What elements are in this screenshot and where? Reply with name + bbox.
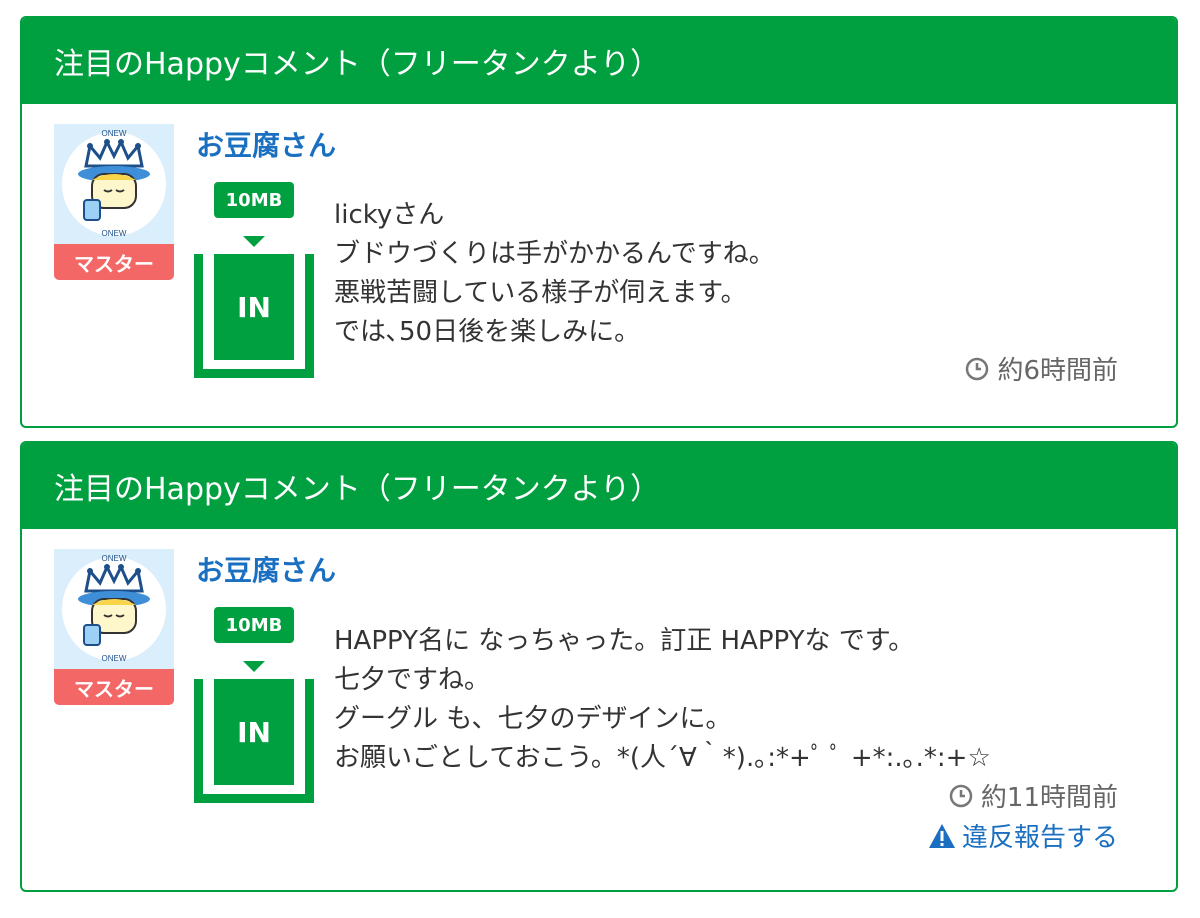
user-name-link[interactable]: お豆腐さん [196, 549, 336, 589]
comment-line: 悪戦苦闘している様子が伺えます。 [334, 278, 747, 308]
tank-state: IN [214, 254, 294, 360]
comment-line: lickyさん [334, 200, 445, 230]
warning-icon [928, 823, 955, 848]
timestamp-text: 約11時間前 [980, 783, 1118, 813]
comment-line: 七夕ですね。 [334, 665, 491, 695]
happy-comment-card: 注目のHappyコメント（フリータンクより） ONEW ONEW マスター お豆… [20, 441, 1178, 892]
tank-indicator: 10MB IN [194, 607, 318, 803]
svg-text:ONEW: ONEW [102, 654, 127, 663]
tank-frame: IN [194, 254, 314, 378]
happy-comment-card: 注目のHappyコメント（フリータンクより） ONEW ONEW マスター お豆… [20, 16, 1178, 428]
timestamp-text: 約6時間前 [997, 356, 1118, 386]
clock-icon [949, 784, 973, 807]
svg-text:ONEW: ONEW [102, 554, 127, 563]
rank-badge: マスター [54, 244, 174, 280]
tank-indicator: 10MB IN [194, 182, 318, 378]
report-label: 違反報告する [961, 823, 1118, 853]
tank-arrow-icon [243, 661, 265, 672]
report-violation-link[interactable]: 違反報告する [928, 817, 1118, 854]
card-header: 注目のHappyコメント（フリータンクより） [22, 443, 1176, 529]
timestamp: 約11時間前 [949, 777, 1118, 814]
avatar[interactable]: ONEW ONEW マスター [54, 124, 174, 280]
comment-line: ブドウづくりは手がかかるんですね。 [334, 239, 775, 269]
user-name-link[interactable]: お豆腐さん [196, 124, 336, 164]
crowned-character-avatar-icon: ONEW ONEW [54, 549, 174, 669]
rank-badge: マスター [54, 669, 174, 705]
avatar[interactable]: ONEW ONEW マスター [54, 549, 174, 705]
card-header: 注目のHappyコメント（フリータンクより） [22, 18, 1176, 104]
tank-state: IN [214, 679, 294, 785]
timestamp: 約6時間前 [965, 350, 1118, 387]
clock-icon [966, 357, 989, 380]
crowned-character-avatar-icon: ONEW ONEW [54, 124, 174, 244]
tank-size-label: 10MB [214, 607, 294, 643]
comment-line: HAPPY名に なっちゃった。訂正 HAPPYな です。 [334, 626, 915, 656]
tank-arrow-icon [243, 236, 265, 247]
comment-line: では､50日後を楽しみに。 [334, 317, 641, 347]
tank-size-label: 10MB [214, 182, 294, 218]
svg-text:ONEW: ONEW [102, 229, 127, 238]
comment-text: HAPPY名に なっちゃった。訂正 HAPPYな です。 七夕ですね。 グーグル… [334, 622, 991, 778]
comment-line: お願いごとしておこう。*(人´∀｀*).｡:*+ﾟ ﾟ +*:.｡.*:+☆ [334, 743, 991, 773]
comment-line: グーグル も、七夕のデザインに。 [334, 704, 732, 734]
tank-frame: IN [194, 679, 314, 803]
comment-text: lickyさん ブドウづくりは手がかかるんですね。 悪戦苦闘している様子が伺えま… [334, 196, 775, 352]
svg-text:ONEW: ONEW [102, 129, 127, 138]
